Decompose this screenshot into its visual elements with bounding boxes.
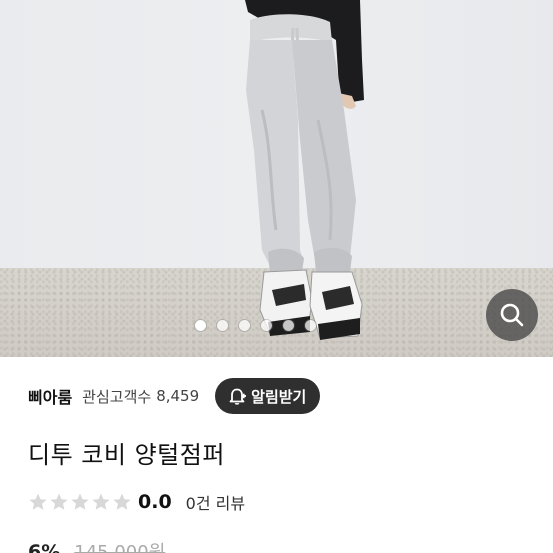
carousel-dot[interactable] (239, 320, 250, 331)
rating-row[interactable]: 0.0 0건 리뷰 (28, 488, 245, 516)
alert-button-label: 알림받기 (251, 387, 307, 406)
carousel-dot[interactable] (195, 320, 206, 331)
carousel-dot[interactable] (261, 320, 272, 331)
bell-plus-icon (229, 388, 247, 405)
price-row: 6% 145,000원 (28, 538, 165, 553)
carousel-dot[interactable] (217, 320, 228, 331)
star-empty-icon (113, 493, 131, 510)
carousel-dot[interactable] (283, 320, 294, 331)
product-image-gallery[interactable] (0, 0, 553, 357)
review-count-link[interactable]: 0건 리뷰 (186, 490, 245, 514)
alert-subscribe-button[interactable]: 알림받기 (215, 378, 321, 414)
discount-rate: 6% (28, 541, 61, 553)
star-empty-icon (92, 493, 110, 510)
original-price: 145,000원 (74, 542, 166, 553)
carousel-dot[interactable] (305, 320, 316, 331)
rating-stars (28, 492, 132, 512)
zoom-button[interactable] (486, 289, 538, 341)
product-photo-model (245, 0, 364, 340)
star-empty-icon (50, 493, 68, 510)
shop-info-row: 삐아룸 관심고객수 8,459 알림받기 (28, 377, 528, 415)
star-empty-icon (71, 493, 89, 510)
shop-name[interactable]: 삐아룸 (28, 384, 72, 408)
carousel-dots[interactable] (195, 320, 316, 331)
rating-score: 0.0 (138, 491, 172, 513)
followers-count: 8,459 (156, 387, 200, 405)
search-icon (500, 303, 524, 327)
star-empty-icon (29, 493, 47, 510)
product-title: 디투 코비 양털점퍼 (28, 441, 225, 469)
followers-label: 관심고객수 (82, 387, 152, 406)
product-detail-screen: 삐아룸 관심고객수 8,459 알림받기 디투 코비 양털점퍼 0.0 0건 리… (0, 0, 553, 553)
